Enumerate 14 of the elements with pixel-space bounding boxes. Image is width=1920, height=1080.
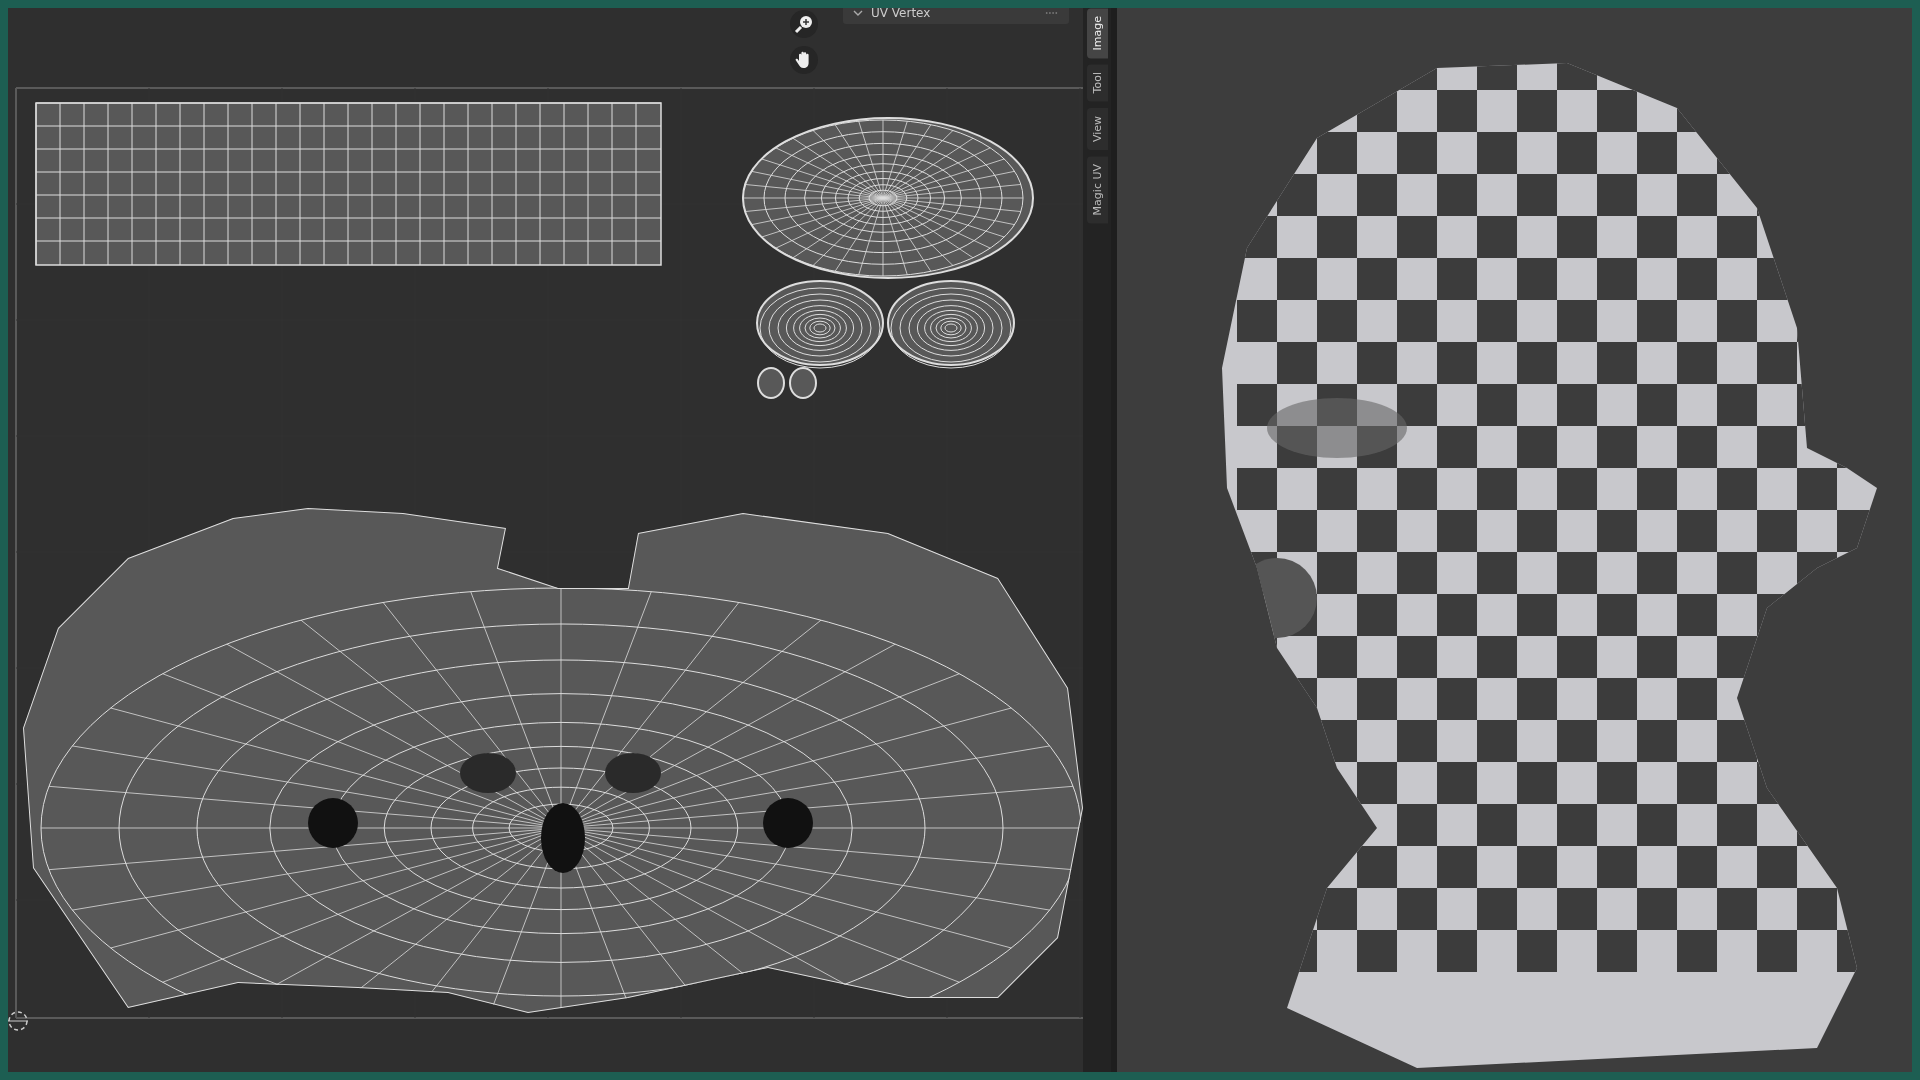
uv-editor-canvas[interactable]: UV Vertex — [8, 8, 1083, 1072]
uv-vertex-panel[interactable]: UV Vertex — [843, 8, 1069, 24]
3d-viewport[interactable] — [1117, 8, 1912, 1072]
sidebar-tab[interactable]: Tool — [1086, 64, 1108, 102]
sidebar-tab[interactable]: Image — [1086, 8, 1108, 59]
panel-title: UV Vertex — [871, 8, 932, 20]
zoom-icon[interactable] — [790, 10, 818, 38]
sidebar-tab[interactable]: View — [1086, 107, 1108, 150]
chevron-icon[interactable] — [853, 10, 863, 16]
drag-handle-icon[interactable] — [1045, 11, 1059, 15]
uv-eye-island — [757, 367, 817, 399]
sidebar-tab[interactable]: Magic UV — [1086, 155, 1108, 224]
hand-icon[interactable] — [790, 46, 818, 74]
cursor-crosshair-icon — [8, 1011, 29, 1031]
